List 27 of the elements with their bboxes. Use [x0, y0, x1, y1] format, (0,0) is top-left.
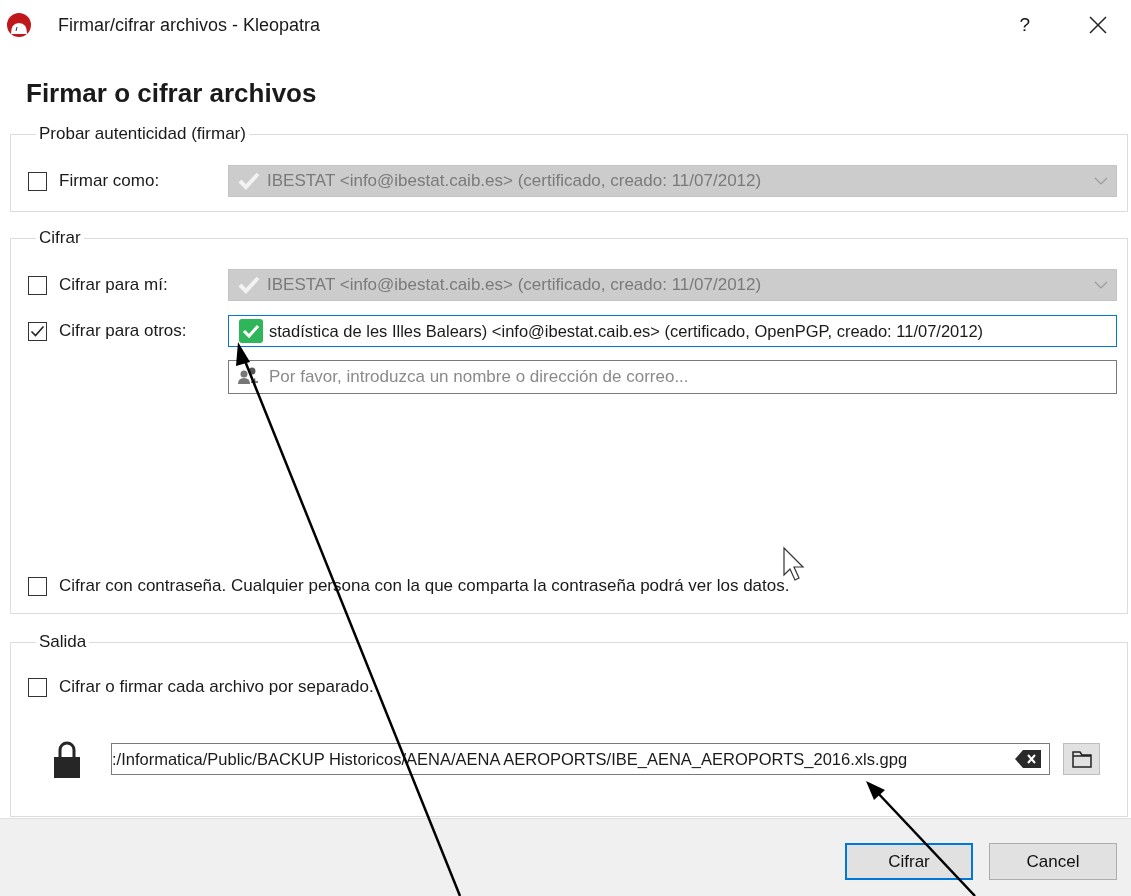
- group-title: Probar autenticidad (firmar): [38, 124, 247, 144]
- encrypt-button[interactable]: Cifrar: [845, 843, 973, 880]
- checkbox-label: Firmar como:: [59, 171, 160, 191]
- recipient-input-field[interactable]: Por favor, introduzca un nombre o dirección de correo...: [228, 360, 1117, 394]
- browse-folder-button[interactable]: [1063, 743, 1100, 775]
- checkbox[interactable]: [28, 576, 47, 596]
- valid-check-icon: [239, 319, 263, 343]
- folder-icon: [1071, 750, 1092, 768]
- checkbox[interactable]: [28, 677, 47, 697]
- cancel-button[interactable]: Cancel: [989, 843, 1117, 880]
- close-icon[interactable]: [1088, 15, 1108, 35]
- mouse-cursor-icon: [783, 546, 805, 581]
- checkbox-label: Cifrar o firmar cada archivo por separado.: [59, 677, 374, 697]
- group-title: Cifrar: [38, 228, 82, 248]
- lock-icon: [54, 740, 80, 778]
- checkbox[interactable]: [28, 321, 47, 341]
- help-button[interactable]: ?: [1019, 14, 1030, 36]
- checkbox-label: Cifrar para mí:: [59, 275, 168, 295]
- clear-icon[interactable]: [1015, 750, 1041, 768]
- chevron-down-icon: [1094, 176, 1108, 186]
- window-title: Firmar/cifrar archivos - Kleopatra: [58, 14, 321, 36]
- recipient-field[interactable]: stadística de les Illes Balears) <info@ibestat.caib.es> (certificado, OpenPGP, creado: 11/07/2012): [228, 315, 1117, 347]
- dialog-heading: Firmar o cifrar archivos: [26, 77, 318, 110]
- app-logo-icon: [6, 12, 32, 38]
- checkbox-label: Cifrar para otros:: [59, 321, 187, 341]
- chevron-down-icon: [1094, 280, 1108, 290]
- group-title: Salida: [38, 632, 88, 652]
